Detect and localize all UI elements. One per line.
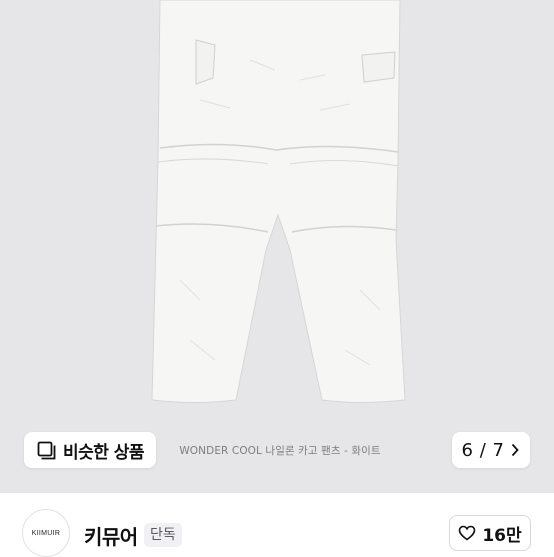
- image-pager-button[interactable]: 6 / 7: [452, 432, 530, 468]
- like-count: 16만: [482, 525, 522, 546]
- pants-illustration: [151, 0, 406, 403]
- exclusive-badge: 단독: [144, 523, 182, 547]
- chevron-right-icon: [512, 443, 520, 457]
- similar-products-label: 비슷한 상품: [62, 442, 145, 463]
- heart-icon: [459, 525, 476, 541]
- similar-products-button[interactable]: 비슷한 상품: [24, 432, 156, 468]
- page-indicator: 6 / 7: [461, 439, 505, 461]
- shop-name[interactable]: 키뮤어: [84, 521, 138, 550]
- like-button[interactable]: 16만: [449, 515, 531, 551]
- shop-logo: KIIMUIR: [31, 529, 61, 537]
- product-image[interactable]: [0, 0, 554, 493]
- image-caption: WONDER COOL 나일론 카고 팬츠 - 화이트: [179, 445, 381, 457]
- shop-avatar[interactable]: KIIMUIR: [22, 509, 70, 557]
- similar-products-icon: [37, 441, 56, 460]
